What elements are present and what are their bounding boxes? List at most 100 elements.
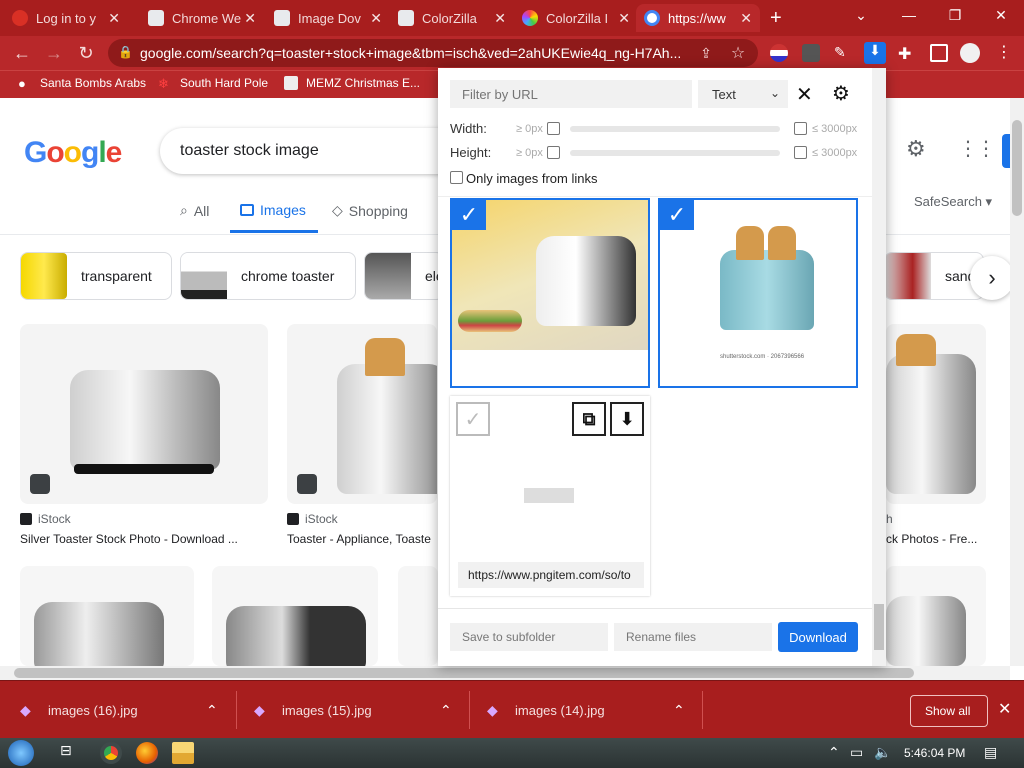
maximize-button[interactable]: ❐ bbox=[932, 0, 978, 30]
result-image-4[interactable] bbox=[20, 566, 194, 666]
result-image-7[interactable] bbox=[886, 566, 986, 666]
minimize-button[interactable]: — bbox=[886, 0, 932, 30]
close-downloads-icon[interactable]: ✕ bbox=[998, 699, 1011, 719]
result-caption[interactable]: Silver Toaster Stock Photo - Download ..… bbox=[20, 532, 260, 546]
chip-sandwich[interactable]: sandwi bbox=[884, 252, 984, 300]
firefox-taskbar-icon[interactable] bbox=[136, 742, 158, 764]
back-arrow-icon[interactable]: ← bbox=[10, 41, 34, 65]
bookmark-star-icon[interactable]: ☆ bbox=[726, 41, 750, 65]
image-url-field[interactable]: https://www.pngitem.com/so/to bbox=[458, 562, 644, 588]
bookmark-memz-christmas[interactable]: MEMZ Christmas E... bbox=[284, 76, 420, 90]
chip-transparent[interactable]: transparent bbox=[20, 252, 172, 300]
puzzle-icon[interactable]: ✚ bbox=[898, 44, 916, 63]
width-max-checkbox[interactable] bbox=[794, 122, 807, 135]
width-min-checkbox[interactable] bbox=[547, 122, 560, 135]
file-explorer-icon[interactable] bbox=[172, 742, 194, 764]
reload-icon[interactable]: ↻ bbox=[74, 41, 98, 65]
tab-chrome-web-store[interactable]: Chrome We ✕ bbox=[140, 4, 264, 32]
filter-type-select[interactable]: Text ⌄ bbox=[698, 80, 788, 108]
side-panel-icon[interactable] bbox=[930, 44, 948, 62]
bookmark-santa-bombs[interactable]: ● Santa Bombs Arabs bbox=[18, 76, 146, 91]
chevron-up-icon[interactable]: ⌃ bbox=[206, 702, 218, 719]
image-card-1[interactable]: ✓ bbox=[450, 198, 650, 388]
taskbar-clock[interactable]: 5:46:04 PM bbox=[904, 746, 965, 760]
filter-url-input[interactable] bbox=[450, 80, 692, 108]
result-source[interactable]: h bbox=[886, 512, 893, 526]
result-caption[interactable]: Toaster - Appliance, Toaste bbox=[287, 532, 437, 546]
result-caption[interactable]: ck Photos - Fre... bbox=[886, 532, 996, 546]
task-view-icon[interactable]: ⊟ bbox=[60, 742, 82, 764]
result-source[interactable]: iStock bbox=[20, 512, 71, 526]
chevron-up-icon[interactable]: ⌃ bbox=[673, 702, 685, 719]
tab-search-icon[interactable]: ⌄ bbox=[838, 0, 884, 30]
settings-gear-icon[interactable]: ⚙ bbox=[906, 136, 926, 162]
tab-colorzilla[interactable]: ColorZilla ✕ bbox=[390, 4, 514, 32]
horizontal-scroll-thumb[interactable] bbox=[14, 668, 914, 678]
only-links-checkbox[interactable] bbox=[450, 171, 463, 184]
rename-files-input[interactable]: Rename files bbox=[614, 623, 772, 651]
result-image-6[interactable] bbox=[398, 566, 438, 666]
tab-close-icon[interactable]: ✕ bbox=[740, 10, 752, 27]
new-tab-button[interactable]: + bbox=[762, 4, 792, 32]
tab-close-icon[interactable]: ✕ bbox=[494, 10, 506, 27]
download-icon[interactable]: ⬇ bbox=[610, 402, 644, 436]
result-image-5[interactable] bbox=[212, 566, 378, 666]
download-extension-icon[interactable]: ⬇ bbox=[864, 42, 886, 64]
open-in-new-tab-icon[interactable]: ⧉ bbox=[572, 402, 606, 436]
unselected-checkmark-icon[interactable]: ✓ bbox=[456, 402, 490, 436]
image-card-3[interactable]: ✓ ⧉ ⬇ https://www.pngitem.com/so/to bbox=[450, 396, 650, 596]
sign-in-button[interactable] bbox=[1002, 134, 1010, 168]
show-hidden-icons[interactable]: ⌃ bbox=[828, 744, 840, 761]
address-bar[interactable]: 🔒 google.com/search?q=toaster+stock+imag… bbox=[108, 39, 758, 67]
tab-close-icon[interactable]: ✕ bbox=[244, 10, 256, 27]
result-source[interactable]: iStock bbox=[287, 512, 338, 526]
chip-electric[interactable]: ele bbox=[364, 252, 444, 300]
extension-flag-icon[interactable] bbox=[770, 44, 788, 62]
tab-google-search-active[interactable]: https://ww ✕ bbox=[636, 4, 760, 32]
settings-gear-icon[interactable]: ⚙ bbox=[832, 81, 850, 106]
tab-close-icon[interactable]: ✕ bbox=[618, 10, 630, 27]
download-item[interactable]: ◆ images (16).jpg ⌃ bbox=[20, 681, 230, 739]
height-max-checkbox[interactable] bbox=[794, 146, 807, 159]
notifications-icon[interactable]: ▤ bbox=[984, 744, 997, 761]
width-slider[interactable] bbox=[570, 126, 780, 132]
selected-checkmark-icon[interactable]: ✓ bbox=[660, 200, 694, 230]
download-item[interactable]: ◆ images (15).jpg ⌃ bbox=[254, 681, 464, 739]
network-icon[interactable]: ▭ bbox=[850, 744, 863, 761]
google-logo[interactable]: Google bbox=[24, 136, 122, 170]
popup-scrollbar[interactable] bbox=[872, 68, 886, 666]
tab-close-icon[interactable]: ✕ bbox=[370, 10, 382, 27]
result-image-3[interactable] bbox=[886, 324, 986, 504]
chevron-up-icon[interactable]: ⌃ bbox=[440, 702, 452, 719]
bookmark-south-hard-pole[interactable]: ❄ South Hard Pole bbox=[158, 76, 268, 91]
tab-close-icon[interactable]: ✕ bbox=[108, 10, 120, 27]
clear-filter-close-icon[interactable]: ✕ bbox=[796, 82, 813, 107]
save-to-subfolder-input[interactable]: Save to subfolder bbox=[450, 623, 608, 651]
tab-all[interactable]: ⌕ All bbox=[180, 202, 209, 219]
download-button[interactable]: Download bbox=[778, 622, 858, 652]
chrome-taskbar-icon[interactable] bbox=[100, 742, 122, 764]
tab-image-downloader[interactable]: Image Dov ✕ bbox=[266, 4, 390, 32]
close-window-button[interactable]: ✕ bbox=[978, 0, 1024, 30]
image-card-2[interactable]: shutterstock.com · 2067396566 ✓ bbox=[658, 198, 858, 388]
tab-log-in[interactable]: Log in to y ✕ bbox=[4, 4, 128, 32]
search-input[interactable]: toaster stock image bbox=[160, 128, 460, 174]
safesearch-menu[interactable]: SafeSearch ▾ bbox=[914, 194, 992, 210]
tab-shopping[interactable]: ◇ Shopping bbox=[332, 202, 408, 219]
start-button-icon[interactable] bbox=[8, 740, 34, 766]
height-slider[interactable] bbox=[570, 150, 780, 156]
share-icon[interactable]: ⇪ bbox=[694, 41, 718, 65]
eyedropper-icon[interactable]: ✎ bbox=[834, 44, 852, 62]
download-item[interactable]: ◆ images (14).jpg ⌃ bbox=[487, 681, 697, 739]
volume-icon[interactable]: 🔈 bbox=[874, 744, 891, 761]
tab-images[interactable]: Images bbox=[240, 202, 306, 218]
chevron-right-icon[interactable]: › bbox=[970, 256, 1010, 300]
profile-avatar[interactable] bbox=[960, 43, 980, 63]
result-image-2[interactable] bbox=[287, 324, 437, 504]
tab-colorzilla-2[interactable]: ColorZilla I ✕ bbox=[514, 4, 638, 32]
height-min-checkbox[interactable] bbox=[547, 146, 560, 159]
show-all-button[interactable]: Show all bbox=[910, 695, 988, 727]
forward-arrow-icon[interactable]: → bbox=[42, 41, 66, 65]
chip-chrome-toaster[interactable]: chrome toaster bbox=[180, 252, 356, 300]
menu-kebab-icon[interactable]: ⋮ bbox=[996, 42, 1014, 61]
